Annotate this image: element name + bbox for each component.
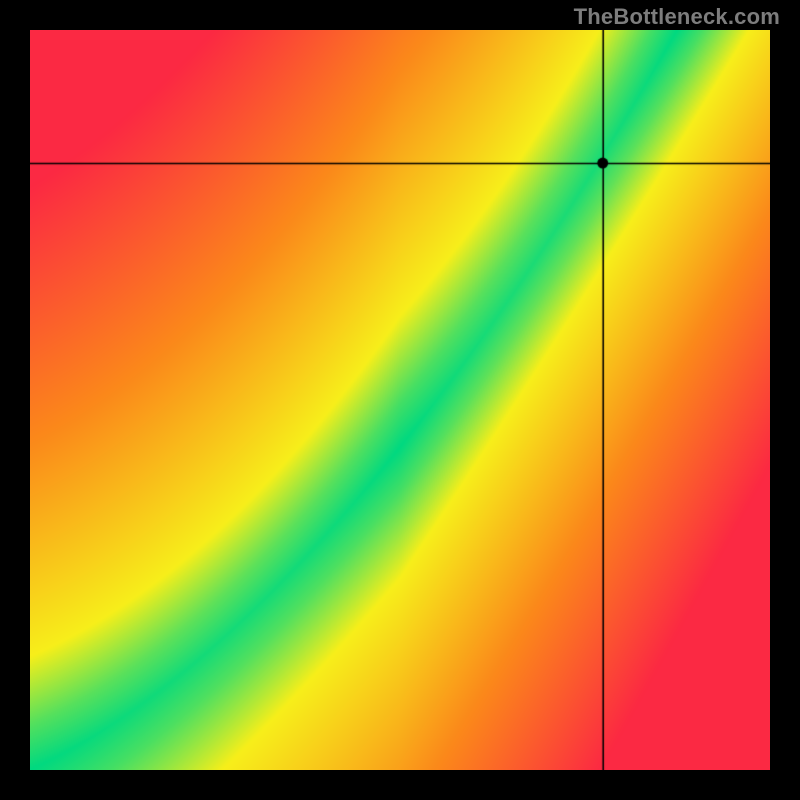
chart-frame: TheBottleneck.com [0,0,800,800]
bottleneck-heatmap [30,30,770,770]
watermark-text: TheBottleneck.com [574,4,780,30]
